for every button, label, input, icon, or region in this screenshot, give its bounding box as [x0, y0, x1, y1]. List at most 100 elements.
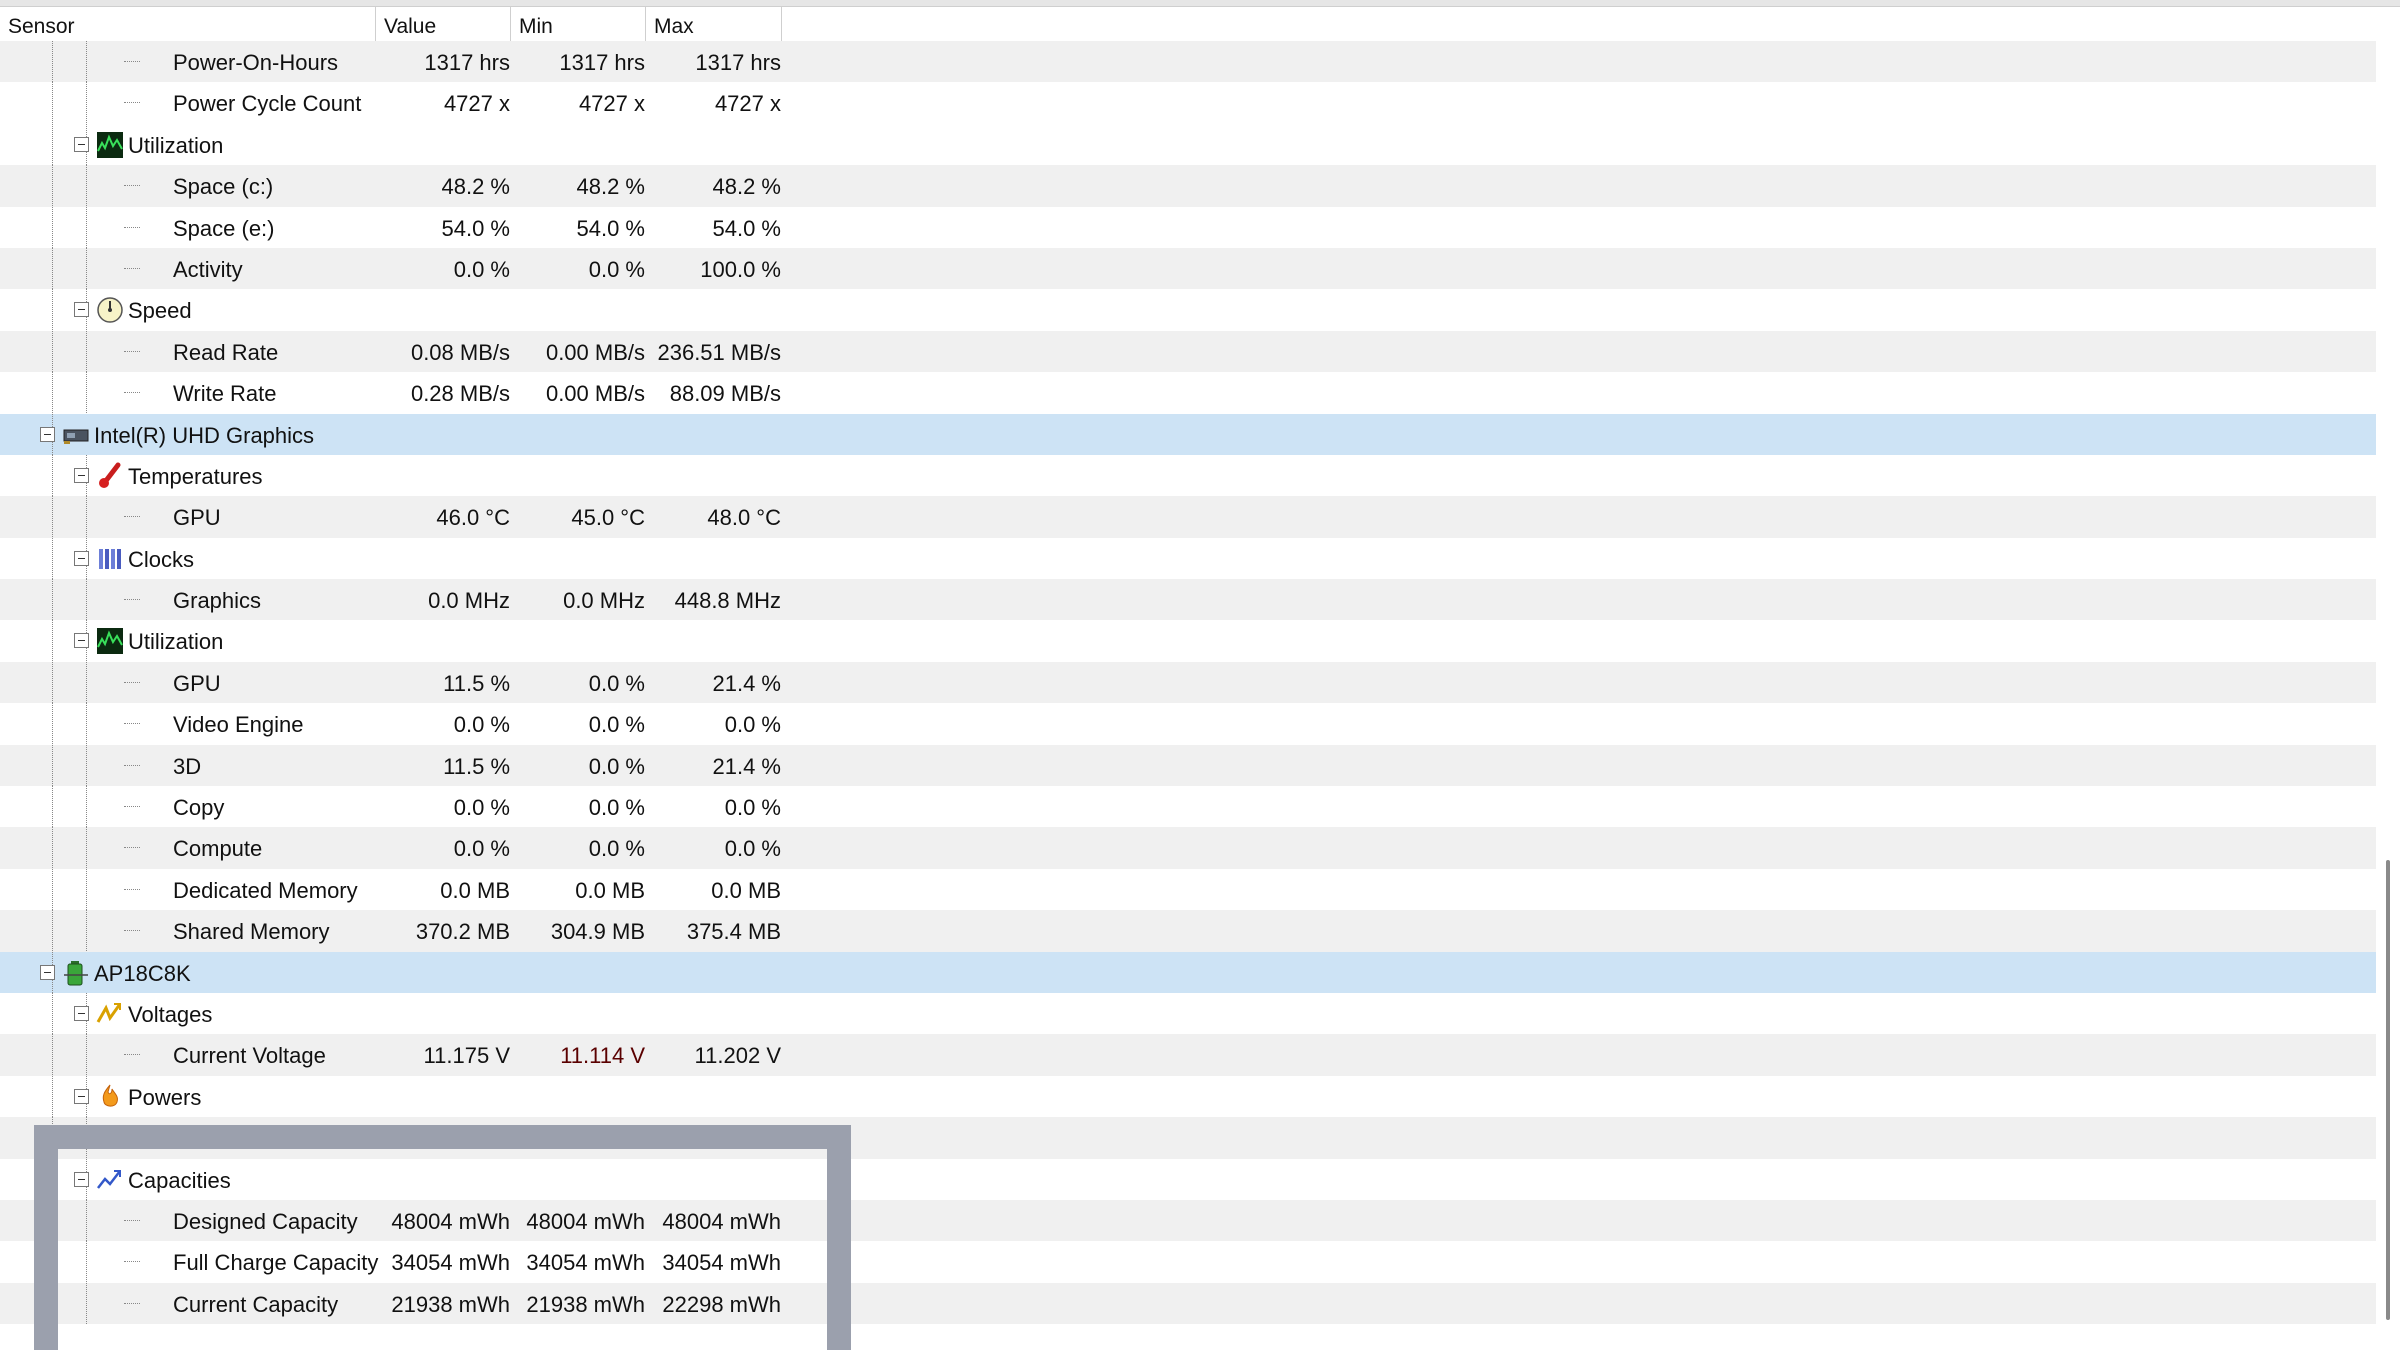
tree-connector-line	[86, 661, 87, 703]
tree-connector-line	[52, 910, 53, 952]
sensor-row[interactable]: Video Engine 0.0 % 0.0 % 0.0 %	[0, 703, 2376, 745]
collapse-toggle[interactable]	[74, 302, 89, 318]
tree-connector-line	[86, 247, 87, 289]
tree-group-row[interactable]: AP18C8K	[0, 951, 2376, 993]
sensor-max-cell: 0.0 %	[724, 836, 781, 862]
tree-connector-line	[52, 620, 53, 662]
tree-connector-dash	[124, 392, 140, 394]
sensor-row[interactable]: Full Charge Capacity 34054 mWh 34054 mWh 34…	[0, 1241, 2376, 1283]
tree-connector-dash	[124, 806, 140, 808]
sensor-value-cell: 11.5 %	[443, 670, 510, 696]
sensor-value-cell: 34054 mWh	[391, 1250, 510, 1276]
tree-group-row[interactable]: Capacities	[0, 1158, 2376, 1200]
sensor-max-cell: 0.0 %	[724, 712, 781, 738]
tree-group-row[interactable]: Utilization	[0, 123, 2376, 165]
sensor-min-cell: 45.0 °C	[571, 505, 645, 531]
tree-connector-line	[86, 1282, 87, 1324]
sensor-label: GPU	[173, 505, 221, 531]
tree-connector-dash	[124, 599, 140, 601]
sensor-min-cell: 0.0 MB	[575, 877, 645, 903]
tree-connector-line	[86, 330, 87, 372]
sensor-max-cell: 236.51 MB/s	[657, 339, 781, 365]
tree-group-row[interactable]: Voltages	[0, 992, 2376, 1034]
sensor-row[interactable]: Copy 0.0 % 0.0 % 0.0 %	[0, 786, 2376, 828]
tree-connector-line	[52, 1241, 53, 1283]
sensor-value-cell: 48004 mWh	[391, 1208, 510, 1234]
collapse-toggle[interactable]	[74, 136, 89, 152]
capacity-chart-icon	[96, 1166, 124, 1194]
sensor-row[interactable]: Current Voltage 11.175 V 11.114 V 11.202 V	[0, 1034, 2376, 1076]
sensor-value-cell: 11.175 V	[423, 1043, 510, 1069]
tree-group-row[interactable]: Intel(R) UHD Graphics	[0, 413, 2376, 455]
battery-icon	[62, 959, 90, 987]
tree-connector-line	[52, 289, 53, 331]
sensor-value-cell: 0.0 %	[453, 256, 510, 282]
sensor-row[interactable]: Graphics 0.0 MHz 0.0 MHz 448.8 MHz	[0, 579, 2376, 621]
sensor-max-cell: 22298 mWh	[662, 1291, 781, 1317]
collapse-toggle[interactable]	[40, 964, 55, 980]
tree-group-row[interactable]: Utilization	[0, 620, 2376, 662]
sensor-max-cell: 88.09 MB/s	[669, 381, 781, 407]
group-label: Voltages	[128, 1001, 213, 1027]
collapse-toggle[interactable]	[74, 633, 89, 649]
sensor-row[interactable]: Space (c:) 48.2 % 48.2 % 48.2 %	[0, 165, 2376, 207]
tree-connector-line	[52, 330, 53, 372]
sensor-row[interactable]	[0, 1117, 2376, 1159]
column-header-sensor[interactable]: Sensor	[0, 7, 376, 41]
group-label: Utilization	[128, 629, 224, 655]
sensor-min-cell: 0.00 MB/s	[545, 381, 645, 407]
sensor-row[interactable]: Dedicated Memory 0.0 MB 0.0 MB 0.0 MB	[0, 868, 2376, 910]
sensor-row[interactable]: Write Rate 0.28 MB/s 0.00 MB/s 88.09 MB/s	[0, 372, 2376, 414]
column-header-max[interactable]: Max	[646, 7, 782, 41]
sensor-min-cell: 0.0 %	[588, 795, 645, 821]
sensor-row[interactable]: Power-On-Hours 1317 hrs 1317 hrs 1317 hrs	[0, 41, 2376, 83]
column-header-min[interactable]: Min	[511, 7, 646, 41]
tree-connector-line	[52, 123, 53, 165]
tree-group-row[interactable]: Temperatures	[0, 454, 2376, 496]
sensor-row[interactable]: Activity 0.0 % 0.0 % 100.0 %	[0, 247, 2376, 290]
sensor-min-cell: 0.0 %	[588, 670, 645, 696]
sensor-row[interactable]: GPU 11.5 % 0.0 % 21.4 %	[0, 661, 2376, 704]
collapse-toggle[interactable]	[74, 550, 89, 566]
column-header-value[interactable]: Value	[376, 7, 511, 41]
sensor-max-cell: 48004 mWh	[662, 1208, 781, 1234]
tree-connector-line	[52, 206, 53, 248]
collapse-toggle[interactable]	[40, 426, 55, 442]
sensor-max-cell: 4727 x	[714, 91, 781, 117]
sensor-row[interactable]: Shared Memory 370.2 MB 304.9 MB 375.4 MB	[0, 910, 2376, 952]
tree-group-row[interactable]: Speed	[0, 289, 2376, 331]
tree-connector-line	[52, 1075, 53, 1117]
collapse-toggle[interactable]	[74, 1005, 89, 1021]
sensor-row[interactable]: GPU 46.0 °C 45.0 °C 48.0 °C	[0, 496, 2376, 538]
sensor-row[interactable]: Read Rate 0.08 MB/s 0.00 MB/s 236.51 MB/s	[0, 330, 2376, 373]
sensor-row[interactable]: Current Capacity 21938 mWh 21938 mWh 22298 …	[0, 1282, 2376, 1325]
sensor-max-cell: 100.0 %	[700, 256, 781, 282]
group-label: Speed	[128, 298, 192, 324]
scrollbar-thumb[interactable]	[2386, 860, 2390, 1320]
sensor-value-cell: 46.0 °C	[436, 505, 510, 531]
sensor-max-cell: 448.8 MHz	[674, 588, 781, 614]
tree-connector-line	[52, 827, 53, 869]
tree-connector-dash	[124, 888, 140, 890]
sensor-value-cell: 0.0 %	[453, 795, 510, 821]
sensor-max-cell: 0.0 %	[724, 795, 781, 821]
tree-connector-line	[86, 41, 87, 82]
sensor-row[interactable]: Power Cycle Count 4727 x 4727 x 4727 x	[0, 82, 2376, 124]
sensor-row[interactable]: Compute 0.0 % 0.0 % 0.0 %	[0, 827, 2376, 869]
sensor-min-cell: 0.0 MHz	[563, 588, 645, 614]
tree-group-row[interactable]: Clocks	[0, 537, 2376, 579]
sensor-row[interactable]: 3D 11.5 % 0.0 % 21.4 %	[0, 744, 2376, 787]
collapse-toggle[interactable]	[74, 1088, 89, 1104]
sensor-row[interactable]: Space (e:) 54.0 % 54.0 % 54.0 %	[0, 206, 2376, 248]
sensor-label: Current Voltage	[173, 1043, 326, 1069]
tree-connector-line	[52, 537, 53, 579]
sensor-row[interactable]: Designed Capacity 48004 mWh 48004 mWh 48004…	[0, 1199, 2376, 1242]
tree-group-row[interactable]: Powers	[0, 1075, 2376, 1117]
graphics-card-icon	[62, 421, 90, 449]
collapse-toggle[interactable]	[74, 1171, 89, 1187]
tree-connector-line	[52, 1282, 53, 1324]
collapse-toggle[interactable]	[74, 467, 89, 483]
tree-connector-line	[86, 579, 87, 621]
tree-connector-line	[52, 82, 53, 124]
tree-connector-line	[52, 454, 53, 496]
